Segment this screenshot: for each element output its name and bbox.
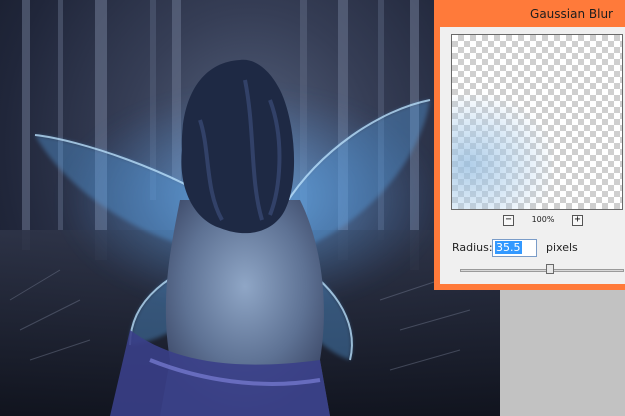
radius-slider-track[interactable] [460,269,624,272]
zoom-in-button[interactable]: + [572,215,583,226]
preview-blurred-content [452,95,552,209]
radius-label: Radius: [452,241,493,254]
workspace-background [500,290,625,416]
zoom-level: 100% [531,215,555,224]
dialog-body: − 100% + Radius: 35.5 pixels [440,27,625,284]
radius-input[interactable]: 35.5 [492,239,537,257]
radius-value: 35.5 [495,241,522,254]
blur-preview[interactable] [451,34,623,210]
fairy-photo [0,0,500,416]
zoom-out-button[interactable]: − [503,215,514,226]
dialog-title: Gaussian Blur [530,7,613,21]
gaussian-blur-dialog[interactable]: Gaussian Blur − 100% + Radius: 35.5 pixe… [434,0,625,290]
units-label: pixels [546,241,578,254]
dialog-title-bar[interactable]: Gaussian Blur [434,0,625,28]
image-canvas[interactable] [0,0,500,416]
hair [181,59,295,234]
